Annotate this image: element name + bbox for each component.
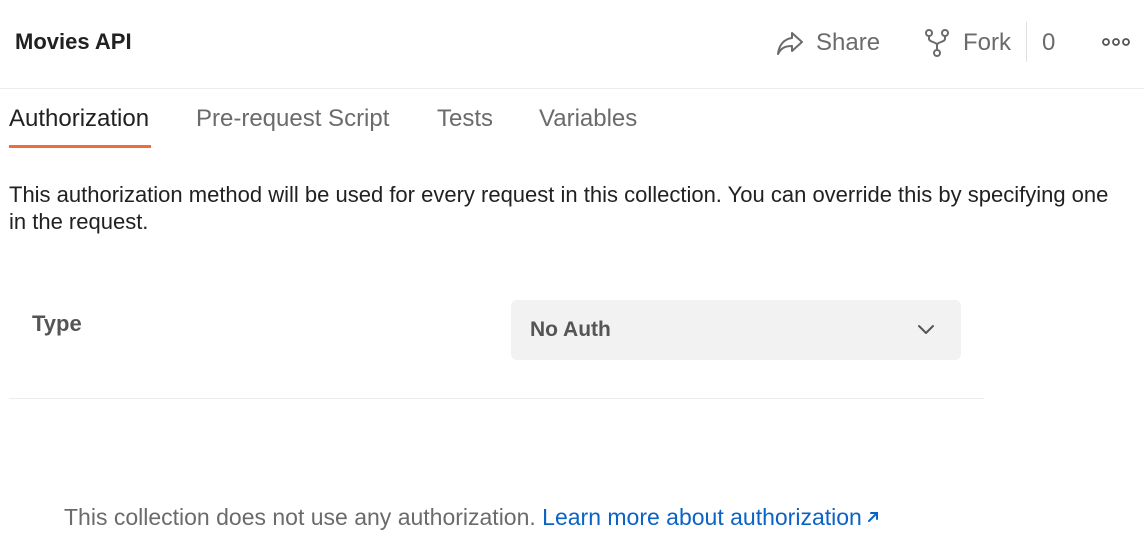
- chevron-down-icon: [917, 322, 935, 341]
- external-link-icon: [866, 503, 880, 530]
- fork-button[interactable]: Fork: [923, 24, 1011, 62]
- tab-variables[interactable]: Variables: [539, 105, 637, 133]
- tab-authorization[interactable]: Authorization: [9, 105, 149, 133]
- learn-more-label: Learn more about authorization: [542, 504, 862, 530]
- auth-description: This authorization method will be used f…: [9, 182, 1109, 234]
- section-divider: [9, 398, 984, 399]
- more-options-icon[interactable]: [1102, 35, 1130, 54]
- share-button[interactable]: Share: [776, 24, 880, 62]
- collection-header: Movies API Share Fork 0: [0, 0, 1144, 89]
- share-arrow-icon: [776, 30, 804, 56]
- share-label: Share: [816, 29, 881, 56]
- collection-title: Movies API: [15, 29, 132, 54]
- tab-tests[interactable]: Tests: [437, 105, 493, 133]
- auth-type-select[interactable]: No Auth: [511, 300, 961, 360]
- header-divider: [1026, 22, 1027, 62]
- active-tab-indicator: [9, 145, 151, 148]
- auth-note-text: This collection does not use any authori…: [64, 504, 536, 530]
- collection-tabs: Authorization Pre-request Script Tests V…: [0, 89, 1144, 149]
- learn-more-link[interactable]: Learn more about authorization: [542, 504, 880, 530]
- fork-icon: [923, 28, 951, 58]
- tab-pre-request-script[interactable]: Pre-request Script: [196, 105, 389, 133]
- fork-count[interactable]: 0: [1042, 29, 1055, 57]
- auth-note: This collection does not use any authori…: [64, 503, 880, 531]
- fork-label: Fork: [963, 29, 1011, 56]
- auth-type-label: Type: [32, 311, 82, 336]
- auth-type-value: No Auth: [530, 318, 611, 341]
